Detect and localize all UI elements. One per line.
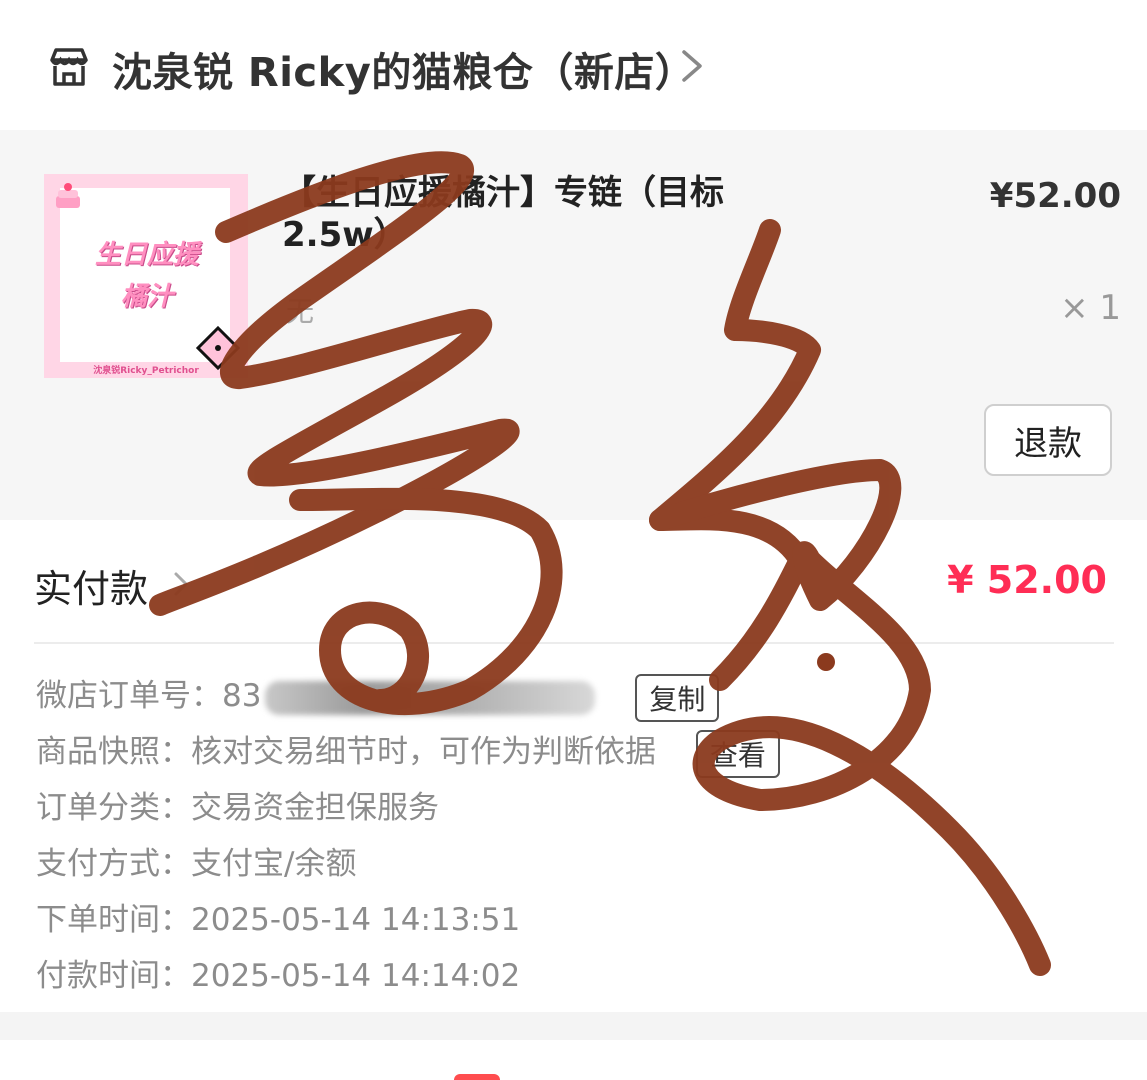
product-item[interactable]: 生日应援 橘汁 沈泉锐Ricky_Petrichor 【生日应援橘汁】专链（目标… [0,130,1147,520]
order-details: 微店订单号：83 复制 商品快照：核对交易细节时，可作为判断依据 查看 订单分类… [0,644,1147,1012]
chevron-right-icon [682,50,702,82]
thumbnail-title: 生日应援 橘汁 [94,240,199,312]
shop-header[interactable]: 沈泉锐 Ricky的猫粮仓（新店） [0,0,1147,130]
snapshot-row: 商品快照：核对交易细节时，可作为判断依据 查看 [36,726,780,778]
payment-time-row: 付款时间：2025-05-14 14:14:02 [36,958,521,994]
payment-row[interactable]: 实付款 ¥ 52.00 [0,520,1147,644]
category-row: 订单分类：交易资金担保服务 [36,790,439,826]
product-title: 【生日应援橘汁】专链（目标2.5w） [282,173,724,255]
product-price: ¥52.00 [989,176,1121,216]
product-thumbnail[interactable]: 生日应援 橘汁 沈泉锐Ricky_Petrichor [44,174,248,378]
product-quantity: × 1 [1060,288,1121,328]
product-spec: 无 [286,295,315,328]
shop-name: 沈泉锐 Ricky的猫粮仓（新店） [112,50,696,96]
payment-label: 实付款 [34,567,149,611]
cake-icon [56,183,80,208]
payment-method-row: 支付方式：支付宝/余额 [36,846,357,882]
order-number-row: 微店订单号：83 复制 [36,670,720,722]
footer-tab-indicator [454,1074,500,1080]
storefront-icon [50,48,88,86]
footer-band [0,1012,1147,1040]
thumbnail-caption: 沈泉锐Ricky_Petrichor [93,366,199,376]
order-number-value: 83 [222,678,262,714]
copy-button[interactable]: 复制 [635,673,720,722]
order-time-row: 下单时间：2025-05-14 14:13:51 [36,902,521,938]
refund-button[interactable]: 退款 [984,404,1112,476]
chevron-right-icon [174,572,189,596]
redacted-order-number [265,680,596,715]
view-snapshot-button[interactable]: 查看 [695,729,780,778]
payment-amount: ¥ 52.00 [947,558,1107,602]
